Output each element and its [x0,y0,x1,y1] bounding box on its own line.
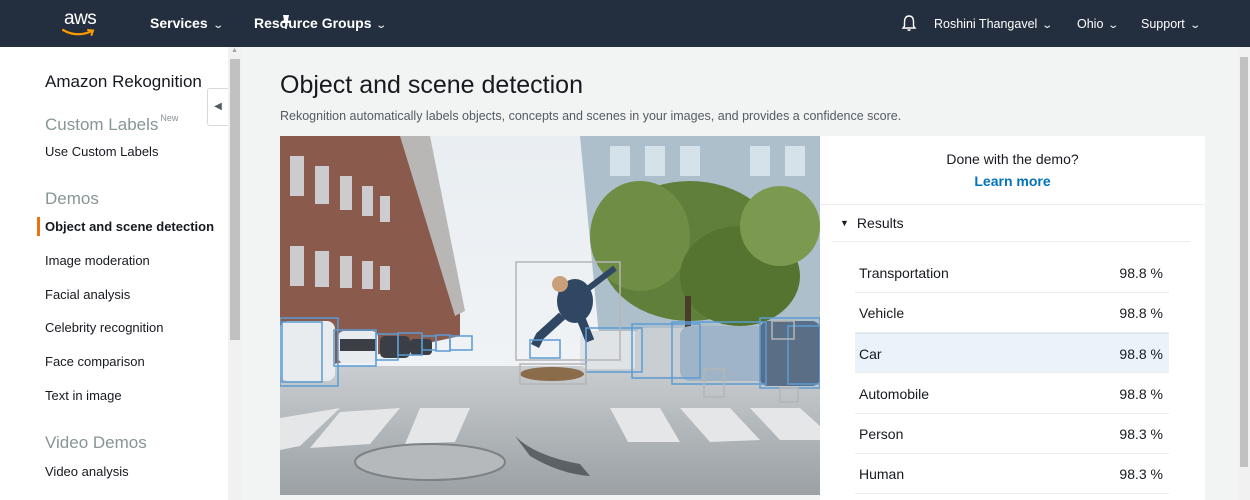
sidebar: Amazon Rekognition Custom Labels New Use … [0,47,228,500]
result-confidence: 98.8 % [1119,305,1163,321]
chevron-down-icon: ⌄ [1107,20,1120,31]
result-label: Transportation [859,265,949,281]
user-name: Roshini Thangavel [934,17,1038,31]
page-subtitle: Rekognition automatically labels objects… [280,109,902,123]
sidebar-scrollbar[interactable]: ▲ [228,47,242,500]
top-navigation-bar: aws Services ⌄ Resource Groups ⌄ Roshini T… [0,0,1250,47]
learn-more-link[interactable]: Learn more [820,173,1205,189]
chevron-down-icon: ⌄ [375,20,388,31]
main-scrollbar[interactable] [1238,47,1250,500]
video-demos-heading: Video Demos [45,433,147,452]
sidebar-scrollbar-thumb[interactable] [230,59,240,340]
services-menu[interactable]: Services ⌄ [150,15,224,31]
user-menu[interactable]: Roshini Thangavel ⌄ [934,17,1054,31]
sidebar-item-face-comparison[interactable]: Face comparison [45,354,145,369]
region-menu[interactable]: Ohio ⌄ [1077,17,1120,31]
aws-smile-icon [62,28,95,36]
caret-down-icon: ▼ [840,218,849,228]
support-label: Support [1141,17,1185,31]
sidebar-item-image-moderation[interactable]: Image moderation [45,253,150,268]
main-scrollbar-thumb[interactable] [1240,57,1248,467]
street-scene-image [280,136,820,495]
region-label: Ohio [1077,17,1104,31]
aws-logo[interactable]: aws [60,8,108,38]
result-confidence: 98.8 % [1119,386,1163,402]
sidebar-item-celebrity-recognition[interactable]: Celebrity recognition [45,320,164,335]
result-row[interactable]: Vehicle 98.8 % [855,293,1169,333]
sidebar-title[interactable]: Amazon Rekognition [45,72,202,92]
result-row[interactable]: Human 98.3 % [855,454,1169,494]
sidebar-item-use-custom-labels[interactable]: Use Custom Labels [45,144,158,159]
chevron-down-icon: ⌄ [211,20,224,31]
bell-icon[interactable] [901,14,917,32]
sidebar-item-text-in-image[interactable]: Text in image [45,388,122,403]
sidebar-item-facial-analysis[interactable]: Facial analysis [45,287,130,302]
new-badge: New [160,113,179,123]
caret-left-icon: ◀ [214,101,222,112]
divider [832,241,1190,242]
result-confidence: 98.3 % [1119,426,1163,442]
done-with-demo-text: Done with the demo? [946,151,1079,167]
aws-logo-text: aws [64,8,97,29]
page-title: Object and scene detection [280,71,583,99]
divider [820,204,1205,205]
result-confidence: 98.8 % [1119,265,1163,281]
sidebar-item-object-and-scene-detection[interactable]: Object and scene detection [45,219,214,234]
results-label: Results [856,215,904,231]
collapse-sidebar-button[interactable]: ◀ [207,88,228,126]
demo-image [280,136,820,495]
result-label: Automobile [859,386,930,402]
result-confidence: 98.3 % [1119,466,1163,482]
sidebar-item-video-analysis[interactable]: Video analysis [45,464,129,479]
results-panel: Done with the demo? Learn more ▼ Results … [820,136,1205,500]
results-toggle[interactable]: ▼ Results [840,215,904,231]
pin-icon[interactable] [278,13,294,31]
active-indicator [37,217,40,236]
result-confidence: 98.8 % [1119,346,1163,362]
chevron-down-icon: ⌄ [1041,20,1054,31]
chevron-down-icon: ⌄ [1189,20,1201,31]
result-label: Vehicle [859,305,905,321]
custom-labels-heading-text: Custom Labels [45,115,159,134]
custom-labels-heading: Custom Labels New [45,113,178,135]
result-row[interactable]: Transportation 98.8 % [855,253,1169,293]
result-label: Person [859,426,904,442]
support-menu[interactable]: Support ⌄ [1141,17,1201,31]
result-label: Human [859,466,905,482]
result-label: Car [859,346,882,362]
scroll-up-icon[interactable]: ▲ [231,47,238,54]
result-row[interactable]: Automobile 98.8 % [855,374,1169,414]
services-label: Services [150,15,208,31]
resource-groups-menu[interactable]: Resource Groups ⌄ [254,15,388,31]
result-row-selected[interactable]: Car 98.8 % [855,333,1169,373]
resource-groups-label: Resource Groups [254,15,372,31]
demos-heading: Demos [45,189,99,208]
result-row[interactable]: Person 98.3 % [855,414,1169,454]
